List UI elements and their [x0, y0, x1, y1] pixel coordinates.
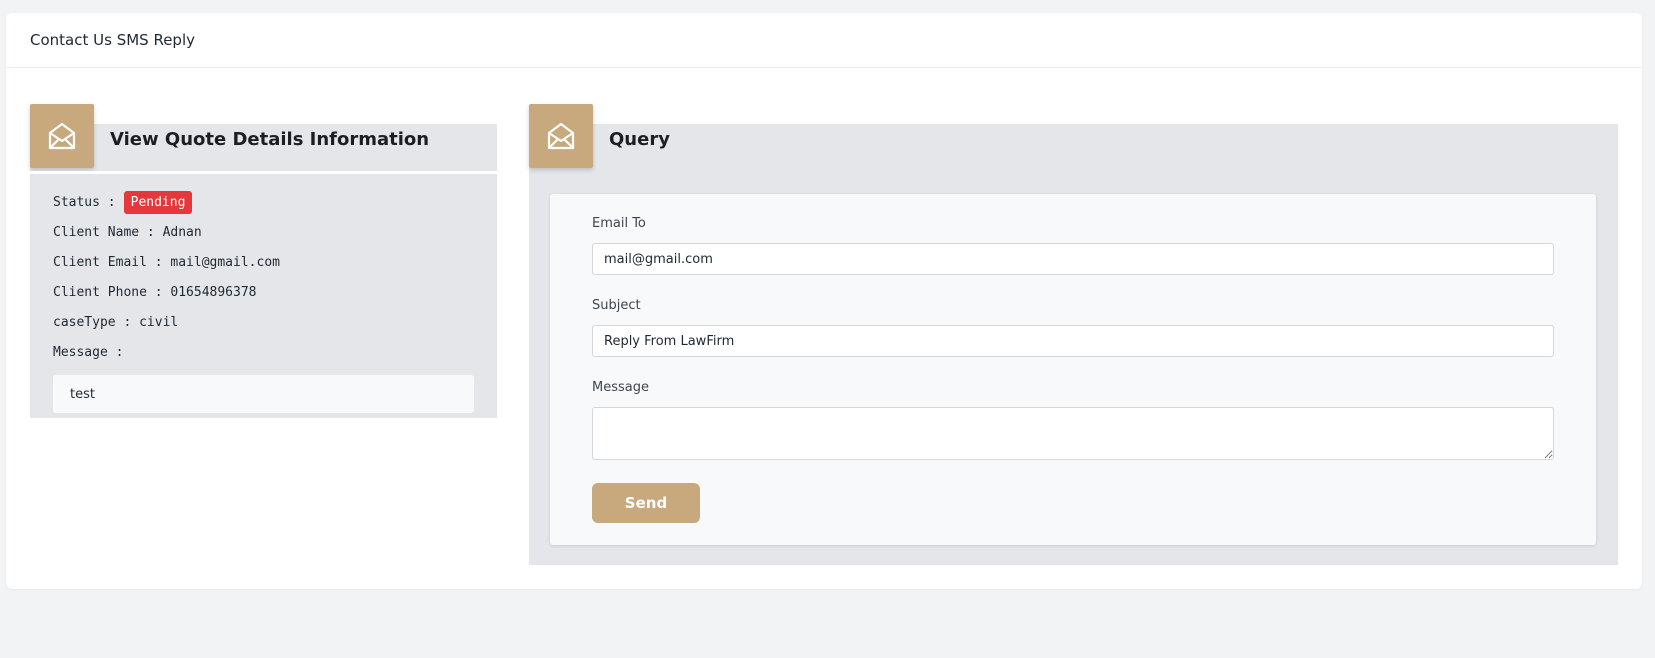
- email-field-group: Email To: [592, 216, 1554, 275]
- envelope-open-icon: [529, 104, 593, 168]
- panel-divider: [30, 171, 497, 174]
- client-name-row: Client Name : Adnan: [53, 224, 202, 240]
- envelope-open-icon: [30, 104, 94, 168]
- message-field-group: Message: [592, 380, 1554, 464]
- quote-details-panel: View Quote Details Information Status : …: [30, 104, 497, 418]
- message-field-label: Message: [592, 380, 649, 395]
- query-panel: Query Email To Subject Message Send: [529, 104, 1618, 565]
- client-phone-row: Client Phone : 01654896378: [53, 284, 257, 300]
- page-card: Contact Us SMS Reply View Quote Details …: [6, 13, 1642, 589]
- email-to-label: Email To: [592, 216, 646, 231]
- message-content: test: [53, 375, 474, 413]
- page-header: Contact Us SMS Reply: [6, 13, 1642, 68]
- page-title: Contact Us SMS Reply: [30, 31, 195, 49]
- quote-details-list: Status : Pending Client Name : Adnan Cli…: [53, 187, 474, 413]
- status-row: Status : Pending: [53, 187, 474, 217]
- email-to-input[interactable]: [592, 243, 1554, 275]
- quote-panel-title: View Quote Details Information: [110, 129, 430, 150]
- client-email-row: Client Email : mail@gmail.com: [53, 254, 280, 270]
- subject-field-group: Subject: [592, 298, 1554, 357]
- status-badge: Pending: [123, 190, 193, 214]
- message-label: Message :: [53, 344, 124, 360]
- message-textarea[interactable]: [592, 407, 1554, 460]
- query-panel-title: Query: [609, 129, 670, 150]
- case-type-row: caseType : civil: [53, 314, 179, 330]
- query-form: Email To Subject Message Send: [550, 194, 1596, 545]
- subject-label: Subject: [592, 298, 641, 313]
- status-label: Status :: [53, 194, 116, 210]
- send-button[interactable]: Send: [592, 483, 700, 523]
- subject-input[interactable]: [592, 325, 1554, 357]
